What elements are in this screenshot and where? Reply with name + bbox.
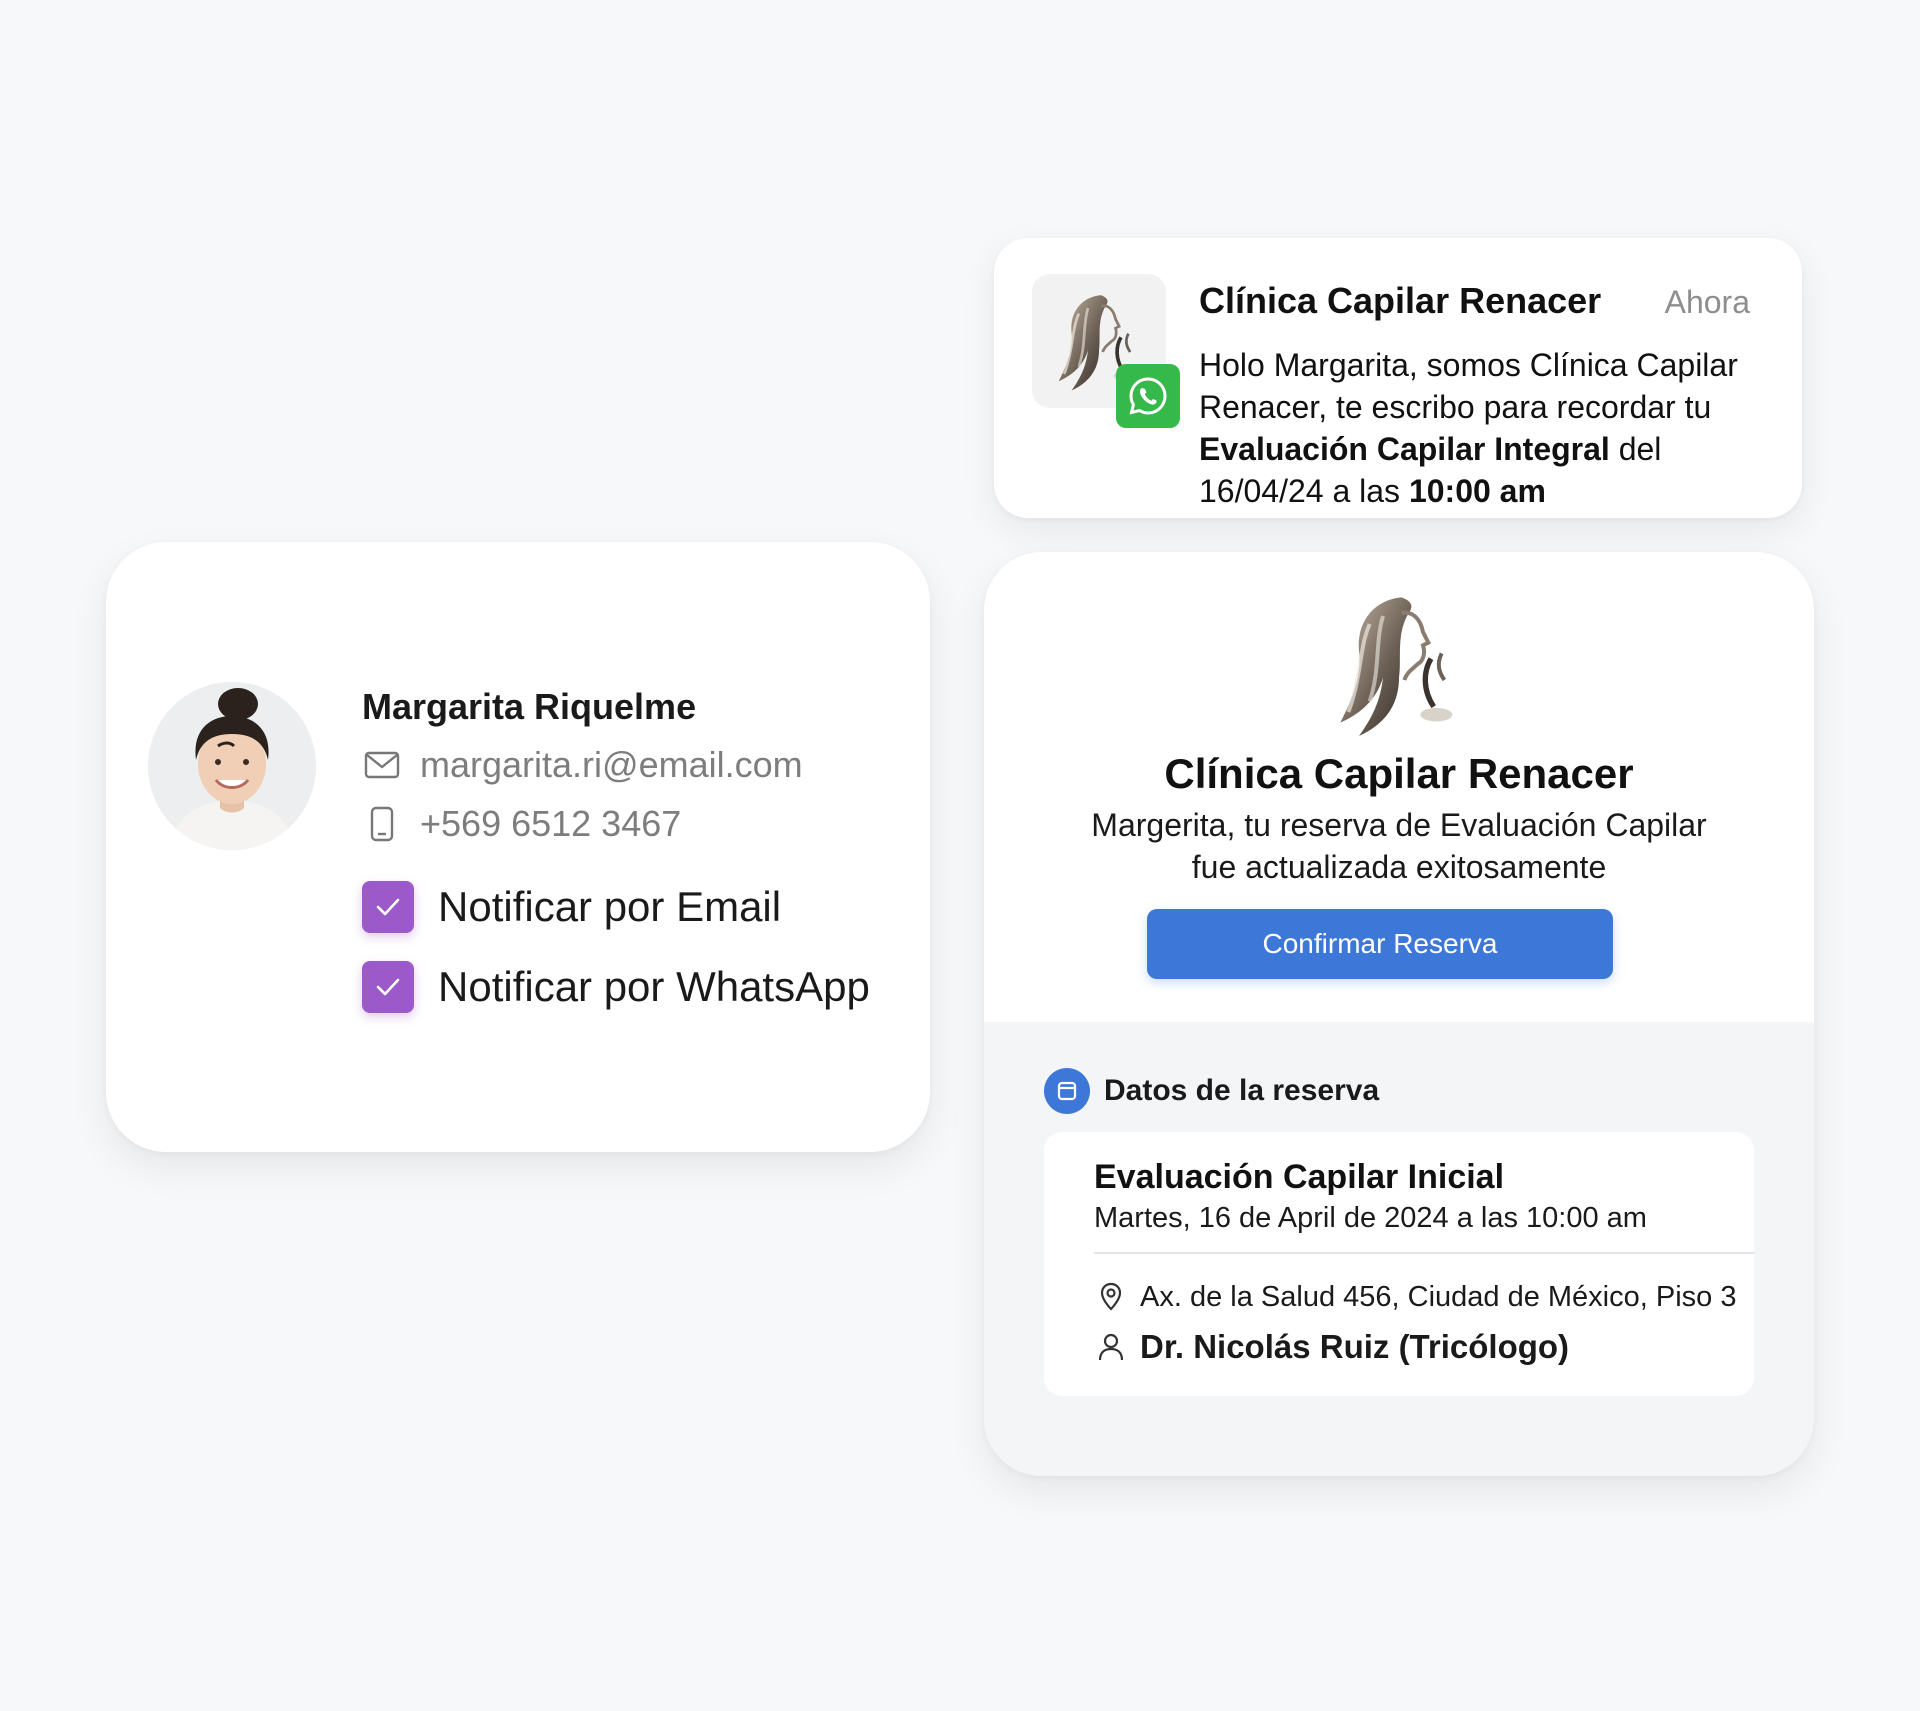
contact-name: Margarita Riquelme [362,686,697,727]
message-time: 10:00 am [1408,473,1546,509]
whatsapp-icon [1116,364,1180,428]
section-title: Datos de la reserva [1104,1074,1380,1107]
message-text: Holo Margarita, somos Clínica Capilar Re… [1199,347,1738,425]
booking-details: Evaluación Capilar Inicial Martes, 16 de… [1044,1132,1754,1396]
avatar [148,682,316,850]
message-service: Evaluación Capilar Integral [1199,431,1610,467]
contact-phone[interactable]: +569 6512 3467 [420,803,681,845]
check-icon [376,898,400,916]
notify-whatsapp-option[interactable]: Notificar por WhatsApp [362,961,870,1013]
notification-message: Holo Margarita, somos Clínica Capilar Re… [1199,344,1789,512]
notify-whatsapp-label: Notificar por WhatsApp [438,963,870,1010]
user-icon [1094,1330,1128,1364]
notify-email-checkbox[interactable] [362,881,414,933]
booking-details-section: Datos de la reserva Evaluación Capilar I… [984,1022,1814,1476]
clinic-name: Clínica Capilar Renacer [1164,750,1634,797]
notification-sender: Clínica Capilar Renacer [1199,280,1602,321]
clinic-logo [1319,584,1479,744]
contact-phone-row: +569 6512 3467 [362,803,681,845]
doctor-row: Dr. Nicolás Ruiz (Tricólogo) [1094,1328,1569,1366]
confirm-booking-button[interactable]: Confirmar Reserva [1147,909,1613,979]
doctor-name: Dr. Nicolás Ruiz (Tricólogo) [1140,1328,1570,1365]
address-text: Ax. de la Salud 456, Ciudad de México, P… [1140,1280,1737,1313]
service-name: Evaluación Capilar Inicial [1094,1158,1505,1196]
calendar-icon [1044,1068,1090,1114]
notify-email-option[interactable]: Notificar por Email [362,881,781,933]
divider [1094,1252,1754,1254]
booking-date: Martes, 16 de April de 2024 a las 10:00 … [1094,1202,1647,1234]
check-icon [376,978,400,996]
notification-time: Ahora [1664,284,1750,320]
address-row: Ax. de la Salud 456, Ciudad de México, P… [1094,1280,1736,1314]
mail-icon [362,745,402,785]
whatsapp-notification[interactable]: Clínica Capilar Renacer Ahora Holo Marga… [994,238,1802,518]
booking-card: Clínica Capilar Renacer Margerita, tu re… [984,552,1814,1476]
booking-subtitle: Margerita, tu reserva de Evaluación Capi… [1091,807,1707,885]
contact-card: Margarita Riquelme margarita.ri@email.co… [106,542,930,1152]
booking-details-header: Datos de la reserva [1044,1068,1379,1114]
notify-email-label: Notificar por Email [438,883,782,930]
contact-email[interactable]: margarita.ri@email.com [420,744,803,786]
location-pin-icon [1094,1280,1128,1314]
contact-email-row: margarita.ri@email.com [362,744,803,786]
phone-icon [362,804,402,844]
notify-whatsapp-checkbox[interactable] [362,961,414,1013]
clinic-logo [1032,274,1180,428]
